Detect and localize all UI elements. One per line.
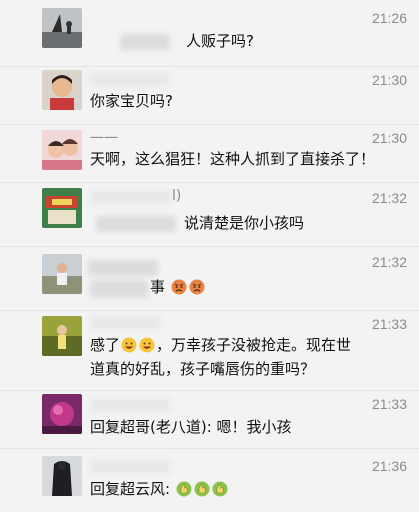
blurred-reply-target — [96, 216, 176, 232]
grinning-face-icon — [139, 337, 155, 353]
avatar[interactable] — [42, 254, 82, 294]
sender-name: l) — [172, 188, 182, 204]
timestamp: 21:32 — [371, 190, 407, 206]
timestamp: 21:32 — [371, 254, 407, 270]
angry-face-icon — [189, 279, 205, 295]
message-item[interactable]: 21:32 事 — [0, 246, 419, 311]
blurred-name — [90, 190, 170, 204]
avatar[interactable] — [42, 70, 82, 110]
timestamp: 21:30 — [371, 130, 407, 146]
avatar[interactable] — [42, 394, 82, 434]
message-item[interactable]: 21:26 人贩子吗? — [0, 0, 419, 67]
blurred-name — [90, 316, 160, 330]
blurred-text — [90, 280, 148, 298]
message-item[interactable]: 21:33 感了 ，万幸孩子没被抢走。现在世 道真的好乱，孩子嘴唇伤的重吗？ — [0, 310, 419, 391]
message-item[interactable]: l) 21:32 说清楚是你小孩吗 — [0, 182, 419, 247]
message-text: 说清楚是你小孩吗 — [184, 214, 305, 232]
blurred-name — [90, 72, 170, 86]
avatar[interactable] — [42, 456, 82, 496]
message-item[interactable]: 一一 21:30 天啊，这么猖狂！这种人抓到了直接杀了！ — [0, 124, 419, 183]
timestamp: 21:36 — [371, 458, 407, 474]
message-text: 回复超哥(老八道): 嗯！我小孩 — [90, 418, 292, 436]
grinning-face-icon — [121, 337, 137, 353]
timestamp: 21:30 — [371, 72, 407, 88]
angry-face-icon — [171, 279, 187, 295]
message-item[interactable]: 21:33 回复超哥(老八道): 嗯！我小孩 — [0, 390, 419, 449]
avatar[interactable] — [42, 188, 82, 228]
blurred-name — [120, 34, 170, 50]
blurred-name — [90, 460, 170, 474]
timestamp: 21:33 — [371, 396, 407, 412]
message-text: 人贩子吗? — [186, 32, 254, 50]
message-text: 感了 ，万幸孩子没被抢走。现在世 — [90, 336, 352, 354]
thumbs-up-icon — [176, 481, 192, 497]
message-text: 事 — [150, 276, 206, 298]
chat-feed: 21:26 人贩子吗? 21:30 你家宝贝吗? 一一 21:30 天啊，这么猖… — [0, 0, 419, 512]
avatar[interactable] — [42, 130, 82, 170]
sender-name: 一一 — [90, 131, 118, 147]
message-text: 天啊，这么猖狂！这种人抓到了直接杀了！ — [90, 150, 376, 168]
thumbs-up-icon — [194, 481, 210, 497]
message-item[interactable]: 21:30 你家宝贝吗? — [0, 66, 419, 125]
message-item[interactable]: 21:36 回复超云风: — [0, 448, 419, 512]
message-text: 回复超云风: — [90, 478, 229, 500]
blurred-name — [88, 260, 158, 276]
thumbs-up-icon — [212, 481, 228, 497]
message-text-line-2: 道真的好乱，孩子嘴唇伤的重吗？ — [90, 360, 316, 378]
avatar[interactable] — [42, 8, 82, 48]
message-text: 你家宝贝吗? — [90, 92, 173, 110]
blurred-name — [90, 398, 170, 412]
timestamp: 21:26 — [371, 10, 407, 26]
timestamp: 21:33 — [371, 316, 407, 332]
avatar[interactable] — [42, 316, 82, 356]
